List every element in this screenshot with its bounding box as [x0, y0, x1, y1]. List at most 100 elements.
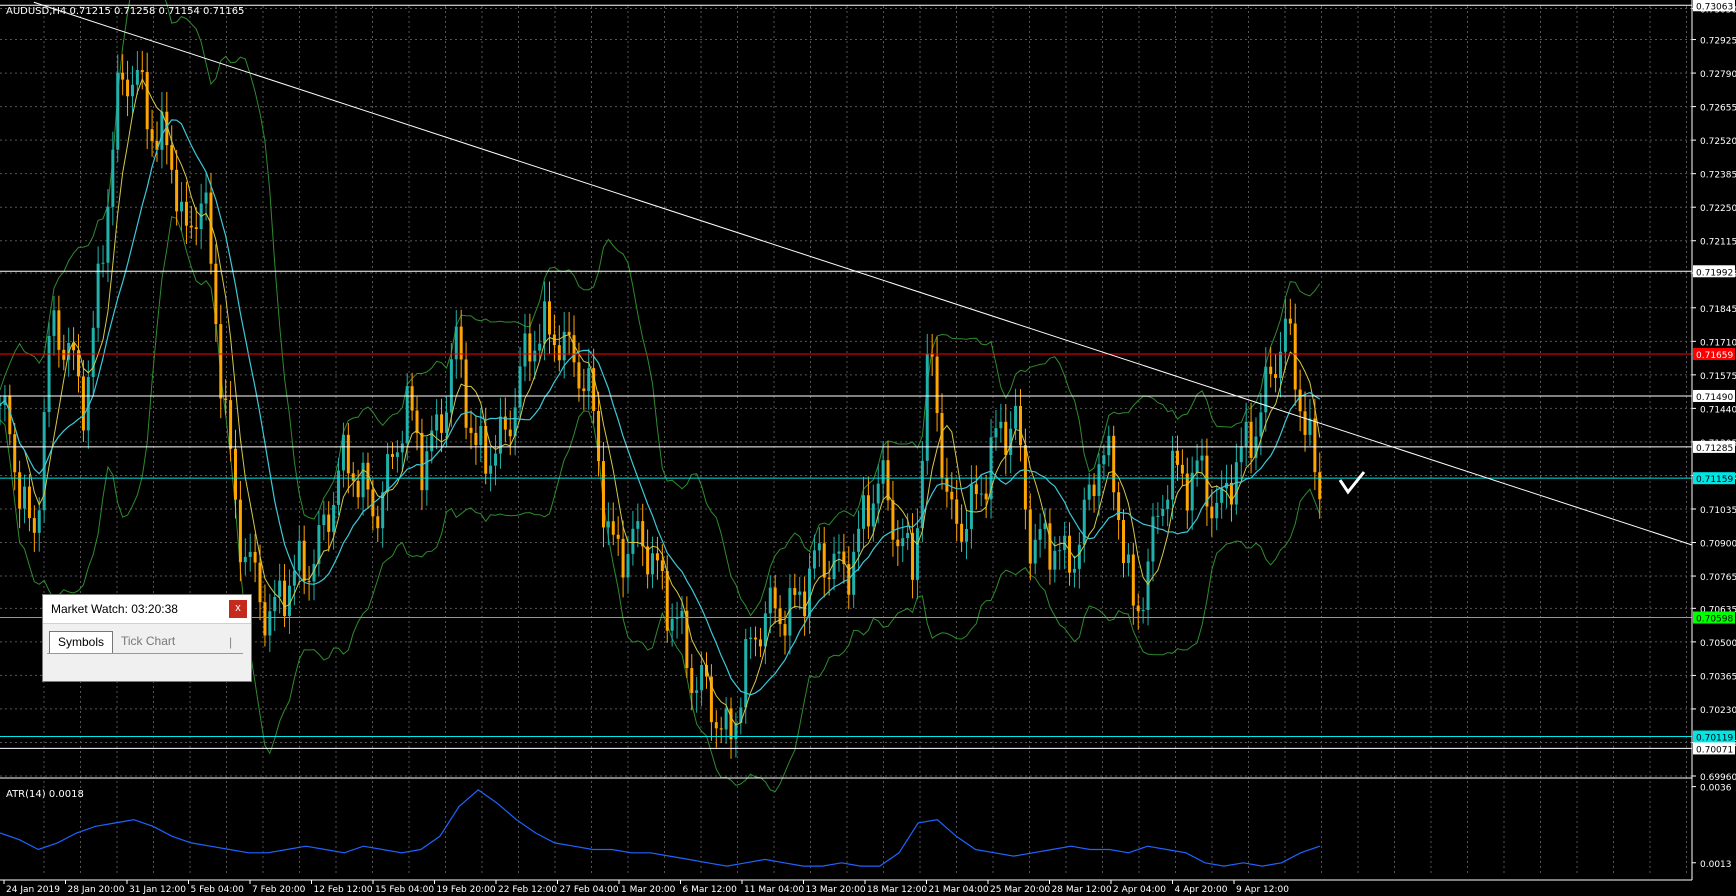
candle-body	[184, 201, 188, 226]
candle-body	[1038, 529, 1042, 540]
candle-body	[793, 588, 797, 595]
candle-body	[1156, 515, 1160, 517]
candle-body	[925, 353, 929, 461]
market-watch-header[interactable]: Market Watch: 03:20:38 x	[43, 595, 251, 624]
candle-body	[140, 70, 144, 73]
time-tick-label: 21 Mar 04:00	[929, 885, 989, 895]
candle-body	[464, 359, 468, 428]
candle-body	[768, 587, 772, 614]
candle-body	[32, 518, 36, 533]
horizontal-levels	[0, 4, 1692, 749]
atr-tick-label: 0.0036	[1700, 784, 1732, 794]
time-tick-label: 2 Apr 04:00	[1113, 885, 1166, 895]
candle-body	[214, 263, 218, 325]
candle-body	[827, 577, 831, 580]
candle-body	[268, 611, 272, 636]
candle-body	[1136, 605, 1140, 612]
candle-body	[52, 310, 56, 336]
candle-body	[881, 460, 885, 484]
candle-body	[1087, 484, 1091, 500]
time-tick-label: 12 Feb 12:00	[314, 885, 373, 895]
candle-body	[547, 301, 551, 335]
tab-tick-chart[interactable]: Tick Chart	[113, 631, 183, 652]
candle-body	[440, 414, 444, 433]
price-tick-label: 0.71035	[1700, 506, 1736, 516]
time-tick-label: 28 Jan 20:00	[68, 885, 125, 895]
candle-body	[1279, 351, 1283, 378]
candle-body	[91, 327, 95, 378]
time-tick-label: 1 Mar 20:00	[621, 885, 676, 895]
candle-body	[204, 192, 208, 204]
candle-body	[940, 413, 944, 478]
candle-body	[287, 585, 291, 616]
candle-body	[263, 602, 267, 636]
candle-body	[361, 462, 365, 498]
candle-body	[543, 301, 547, 344]
candle-body	[803, 591, 807, 617]
candle-body	[1298, 389, 1302, 412]
candle-body	[170, 145, 174, 170]
candle-body	[651, 553, 655, 575]
price-tick-label: 0.71440	[1700, 405, 1736, 415]
candle-body	[866, 495, 870, 527]
candle-body	[415, 410, 419, 433]
time-tick-label: 7 Feb 20:00	[252, 885, 306, 895]
candle-body	[1215, 502, 1219, 519]
tab-symbols[interactable]: Symbols	[49, 631, 114, 653]
candle-body	[508, 429, 512, 437]
candle-body	[871, 503, 875, 527]
price-label: 0.70119	[1696, 734, 1733, 744]
candle-body	[1053, 550, 1057, 570]
candle-body	[812, 550, 816, 569]
market-watch-window[interactable]: Market Watch: 03:20:38 x Symbols Tick Ch…	[42, 594, 252, 682]
candle-body	[1288, 318, 1292, 324]
price-label: 0.71992	[1696, 268, 1733, 278]
candle-body	[444, 412, 448, 433]
candle-body	[1102, 455, 1106, 465]
candle-body	[714, 722, 718, 729]
candle-body	[494, 453, 498, 466]
candle-body	[984, 493, 988, 500]
chart-title: AUDUSD,H4 0.71215 0.71258 0.71154 0.7116…	[6, 6, 244, 17]
candle-body	[194, 227, 198, 230]
candle-body	[1313, 418, 1317, 473]
candle-body	[81, 376, 85, 431]
close-icon[interactable]: x	[229, 600, 247, 618]
candle-body	[47, 335, 51, 412]
time-tick-label: 25 Mar 20:00	[990, 885, 1050, 895]
candle-body	[749, 637, 753, 640]
candle-body	[533, 350, 537, 362]
candle-body	[1220, 488, 1224, 503]
price-chart[interactable]: AUDUSD,H4 0.71215 0.71258 0.71154 0.7116…	[0, 0, 1736, 896]
price-label: 0.71490	[1696, 393, 1733, 403]
candle-body	[248, 551, 252, 557]
candle-body	[489, 465, 493, 474]
price-tick-label: 0.72385	[1700, 171, 1736, 181]
candle-body	[327, 514, 331, 532]
candle-body	[528, 333, 532, 362]
candle-body	[346, 434, 350, 474]
candle-body	[400, 443, 404, 453]
candle-body	[1117, 492, 1121, 521]
candle-body	[974, 484, 978, 495]
candle-body	[1180, 464, 1184, 474]
candle-body	[744, 639, 748, 708]
atr-tick-label: 0.0013	[1700, 860, 1732, 870]
candle-body	[999, 421, 1003, 429]
candle-body	[1018, 405, 1022, 446]
candle-body	[955, 499, 959, 524]
candle-body	[1023, 445, 1027, 510]
candle-body	[901, 538, 905, 547]
price-tick-label: 0.70765	[1700, 573, 1736, 583]
candle-body	[1259, 412, 1263, 437]
candle-body	[130, 84, 134, 97]
candle-body	[994, 428, 998, 438]
candle-body	[587, 368, 591, 392]
candle-body	[27, 486, 31, 519]
candle-body	[754, 637, 758, 640]
candle-body	[1033, 539, 1037, 564]
candle-body	[474, 432, 478, 445]
price-tick-label: 0.72520	[1700, 137, 1736, 147]
candle-body	[817, 543, 821, 551]
candle-body	[538, 343, 542, 351]
